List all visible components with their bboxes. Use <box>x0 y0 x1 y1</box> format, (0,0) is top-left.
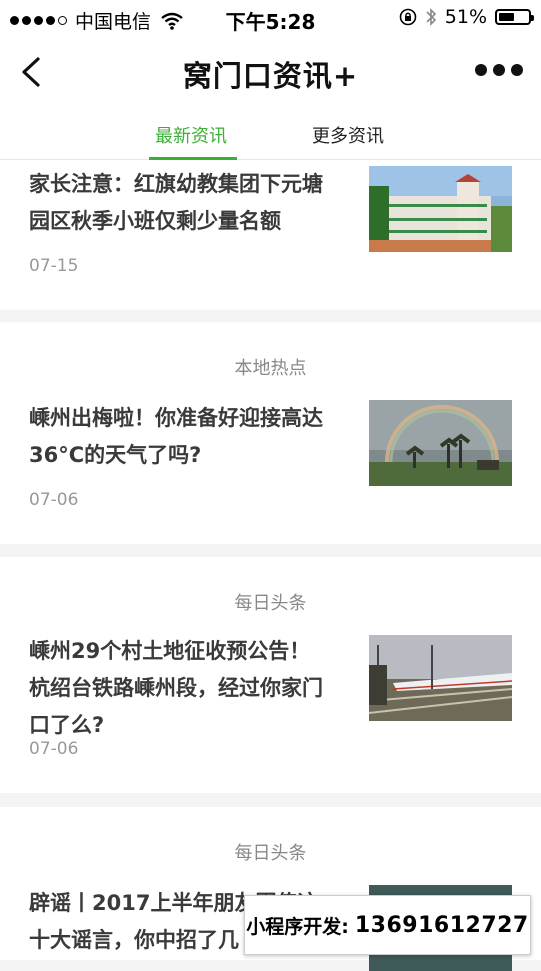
article-category: 每日头条 <box>234 843 307 864</box>
article-title[interactable]: 家长注意：红旗幼教集团下元塘 园区秋季小班仅剩少量名额 <box>29 166 359 240</box>
article-date: 07-06 <box>29 490 79 510</box>
article-card[interactable]: 本地热点 嵊州出梅啦！你准备好迎接高达 36°C的天气了吗? 07-06 <box>0 322 541 544</box>
tab-latest-news[interactable]: 最新资讯 <box>155 122 227 148</box>
article-thumbnail[interactable] <box>369 635 512 721</box>
status-right: 51% <box>399 6 534 28</box>
battery-icon <box>495 9 534 25</box>
article-date: 07-15 <box>29 256 79 276</box>
watermark-label: 小程序开发: <box>246 915 349 938</box>
more-options-icon[interactable] <box>475 64 523 76</box>
orientation-lock-icon <box>399 8 417 26</box>
article-title[interactable]: 嵊州29个村土地征收预公告！ 杭绍台铁路嵊州段，经过你家门 口了么? <box>29 633 359 744</box>
nav-bar: 窝门口资讯+ <box>0 36 541 108</box>
article-title[interactable]: 嵊州出梅啦！你准备好迎接高达 36°C的天气了吗? <box>29 400 359 474</box>
article-card[interactable]: 家长注意：红旗幼教集团下元塘 园区秋季小班仅剩少量名额 07-15 <box>0 160 541 310</box>
bluetooth-icon <box>426 8 436 26</box>
article-card[interactable]: 每日头条 嵊州29个村土地征收预公告！ 杭绍台铁路嵊州段，经过你家门 口了么? … <box>0 557 541 793</box>
article-category: 每日头条 <box>234 593 307 614</box>
battery-percent: 51% <box>444 6 487 28</box>
status-bar: 中国电信 下午5:28 51% <box>0 0 541 36</box>
page-title: 窝门口资讯+ <box>182 59 359 93</box>
article-thumbnail[interactable] <box>369 166 512 252</box>
article-thumbnail[interactable] <box>369 400 512 486</box>
developer-watermark: 小程序开发: 13691612727 <box>244 895 531 955</box>
tab-bar: 最新资讯 更多资讯 <box>0 108 541 160</box>
article-category: 本地热点 <box>234 358 307 379</box>
tab-more-news[interactable]: 更多资讯 <box>312 122 384 148</box>
article-date: 07-06 <box>29 739 79 759</box>
watermark-phone: 13691612727 <box>354 912 529 938</box>
